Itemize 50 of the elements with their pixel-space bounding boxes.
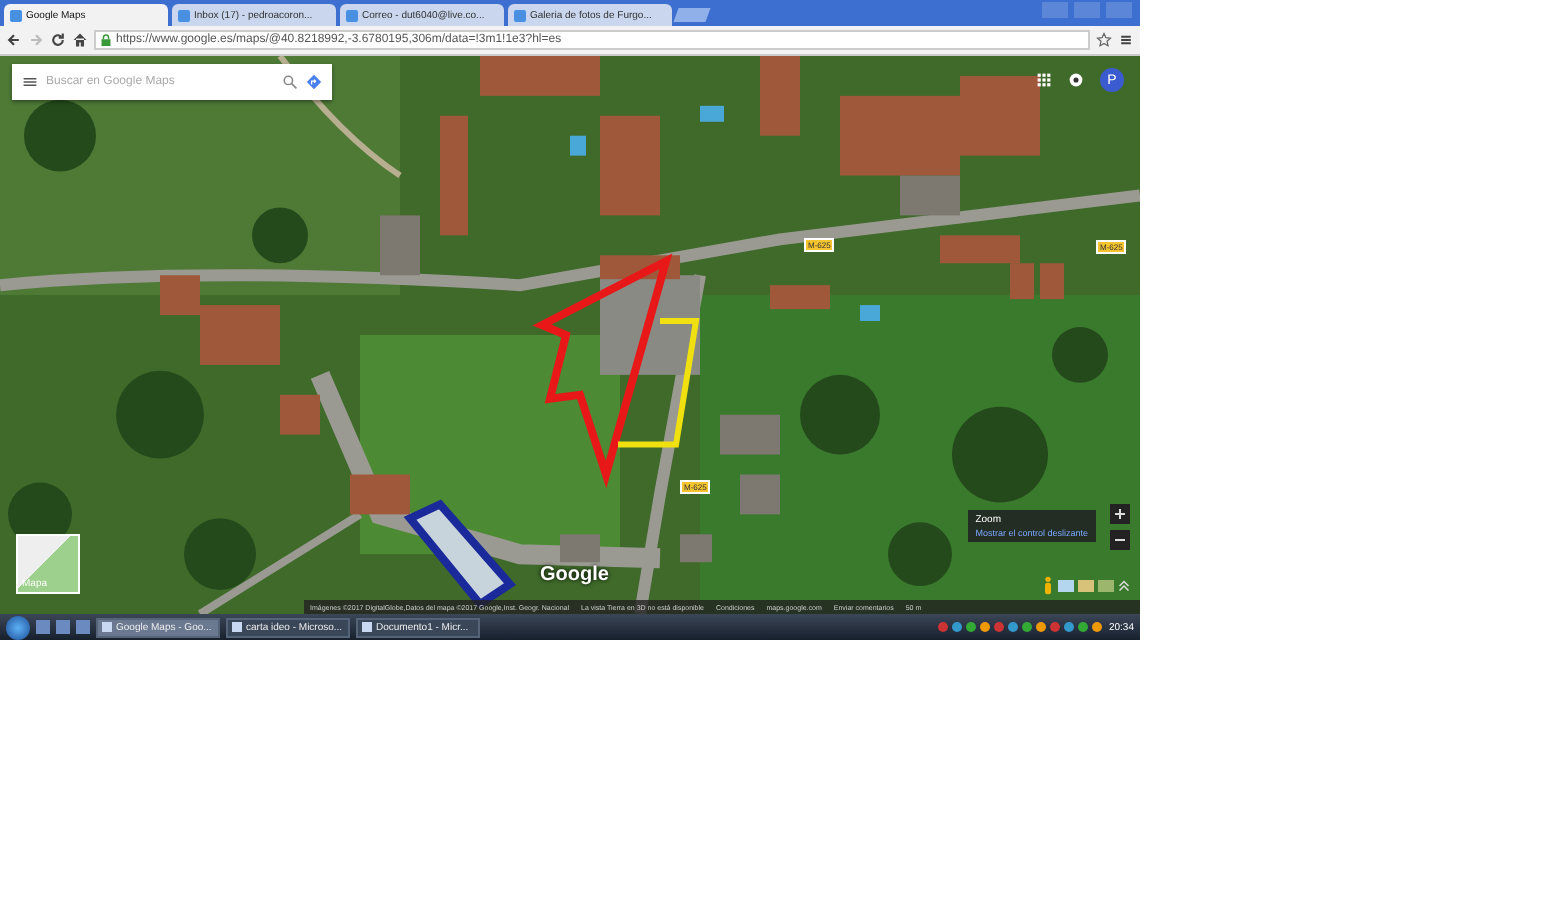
tree-canopy [800,374,880,455]
house-roof [380,215,420,276]
collapse-icon[interactable] [1118,576,1130,596]
app-icon [232,622,242,632]
tiled-roof [1040,263,1064,300]
tiled-roof [440,115,468,236]
tree-canopy [184,518,256,591]
tiled-roof [600,115,660,216]
tree-canopy [116,370,204,459]
tree-canopy [888,522,952,587]
house-roof [740,474,780,515]
favicon-icon [178,9,190,21]
tree-canopy [252,207,308,264]
swimming-pool [570,135,586,156]
house-roof [560,534,600,563]
menu-icon[interactable] [22,74,38,90]
new-tab-button[interactable] [673,8,711,22]
house-roof [900,175,960,216]
back-icon[interactable] [6,32,22,48]
swimming-pool [860,305,880,322]
directions-icon[interactable] [306,74,322,90]
app-icon [362,622,372,632]
favicon-icon [514,9,526,21]
tiled-roof [770,285,830,310]
google-logo: Google [540,564,609,586]
tiled-roof [350,474,410,515]
strip-outline-marking [618,318,700,448]
house-roof [680,534,712,563]
app-icon [102,622,112,632]
house-roof [720,414,780,455]
tiled-roof [280,394,320,435]
tree-canopy [1052,327,1108,383]
tree-canopy [952,406,1048,503]
lock-icon [100,34,112,46]
star-icon[interactable] [1096,32,1112,48]
home-icon[interactable] [72,32,88,48]
menu-icon[interactable] [1118,32,1134,48]
apps-grid-icon[interactable] [1036,72,1052,88]
tiled-roof [760,56,800,136]
favicon-icon [346,9,358,21]
favicon-icon [10,9,22,21]
tiled-roof [480,56,600,96]
start-button[interactable] [6,615,30,639]
reload-icon[interactable] [50,32,66,48]
pegman-icon[interactable] [1042,576,1054,596]
zoom-in-button[interactable] [1110,504,1130,524]
search-icon[interactable] [282,74,298,90]
zoom-out-button[interactable] [1110,530,1130,550]
tree-canopy [24,99,96,172]
notification-icon[interactable] [1068,72,1084,88]
